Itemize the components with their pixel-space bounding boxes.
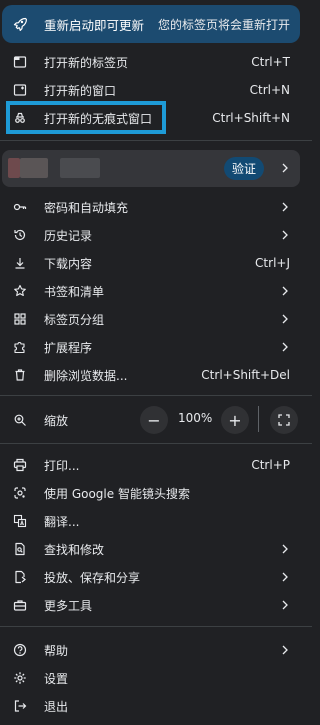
chrome-main-menu: 重新启动即可更新 您的标签页将会重新打开 打开新的标签页 Ctrl+T 打开新的… — [0, 0, 312, 725]
clear-browsing-data-shortcut: Ctrl+Shift+Del — [201, 368, 290, 382]
bookmarks-lists-label: 书签和清单 — [44, 284, 105, 299]
settings-label: 设置 — [44, 671, 69, 686]
chevron-right-icon — [280, 600, 290, 610]
downloads-item[interactable]: 下载内容 Ctrl+J — [0, 249, 312, 277]
help-label: 帮助 — [44, 643, 69, 658]
toolbox-icon — [12, 597, 28, 613]
history-item[interactable]: 历史记录 — [0, 221, 312, 249]
relaunch-label: 重新启动即可更新 — [44, 17, 145, 33]
new-window-shortcut: Ctrl+N — [249, 83, 290, 97]
exit-icon — [12, 698, 28, 714]
history-label: 历史记录 — [44, 228, 93, 243]
update-banner[interactable]: 重新启动即可更新 您的标签页将会重新打开 — [2, 5, 300, 43]
zoom-in-button[interactable]: + — [221, 406, 249, 434]
divider — [258, 406, 259, 432]
google-lens-label: 使用 Google 智能镜头搜索 — [44, 486, 190, 501]
print-label: 打印... — [44, 458, 80, 473]
more-tools-label: 更多工具 — [44, 598, 93, 613]
chevron-right-icon — [280, 163, 290, 173]
profile-name-redacted — [20, 158, 48, 178]
extensions-label: 扩展程序 — [44, 340, 93, 355]
divider — [0, 626, 312, 627]
divider — [0, 395, 312, 396]
downloads-label: 下载内容 — [44, 256, 93, 271]
star-icon — [12, 283, 28, 299]
zoom-value: 100% — [178, 411, 213, 425]
printer-icon — [12, 457, 28, 473]
chevron-right-icon — [280, 572, 290, 582]
incognito-highlight-box — [6, 101, 166, 134]
chevron-right-icon — [280, 230, 290, 240]
cast-save-share-label: 投放、保存和分享 — [44, 570, 141, 585]
find-icon — [12, 541, 28, 557]
clear-browsing-data-item[interactable]: 删除浏览数据... Ctrl+Shift+Del — [0, 361, 312, 389]
new-incognito-window-shortcut: Ctrl+Shift+N — [212, 111, 290, 125]
divider — [0, 140, 312, 141]
share-file-icon — [12, 569, 28, 585]
translate-item[interactable]: 翻译... — [0, 507, 312, 535]
download-icon — [12, 255, 28, 271]
new-tab-icon — [12, 54, 28, 70]
print-shortcut: Ctrl+P — [251, 458, 290, 472]
new-window-label: 打开新的窗口 — [44, 83, 117, 98]
translate-label: 翻译... — [44, 514, 80, 529]
new-tab-label: 打开新的标签页 — [44, 55, 129, 70]
key-icon — [12, 199, 28, 215]
chevron-right-icon — [280, 342, 290, 352]
puzzle-icon — [12, 339, 28, 355]
avatar — [8, 158, 20, 178]
tab-groups-label: 标签页分组 — [44, 312, 105, 327]
new-window-item[interactable]: 打开新的窗口 Ctrl+N — [0, 76, 312, 104]
chevron-right-icon — [280, 314, 290, 324]
trash-icon — [12, 367, 28, 383]
profile-name-redacted — [60, 158, 100, 178]
reopen-tabs-text: 您的标签页将会重新打开 — [157, 17, 290, 32]
exit-label: 退出 — [44, 699, 69, 714]
passwords-autofill-label: 密码和自动填充 — [44, 200, 129, 215]
lens-icon — [12, 485, 28, 501]
google-lens-item[interactable]: 使用 Google 智能镜头搜索 — [0, 479, 312, 507]
tab-groups-item[interactable]: 标签页分组 — [0, 305, 312, 333]
extensions-item[interactable]: 扩展程序 — [0, 333, 312, 361]
cast-save-share-item[interactable]: 投放、保存和分享 — [0, 563, 312, 591]
print-item[interactable]: 打印... Ctrl+P — [0, 451, 312, 479]
zoom-label: 缩放 — [44, 413, 69, 428]
divider — [0, 443, 312, 444]
downloads-shortcut: Ctrl+J — [255, 256, 290, 270]
fullscreen-button[interactable] — [270, 406, 298, 434]
verify-button[interactable]: 验证 — [224, 157, 264, 180]
find-edit-item[interactable]: 查找和修改 — [0, 535, 312, 563]
translate-icon — [12, 513, 28, 529]
exit-item[interactable]: 退出 — [0, 692, 312, 720]
fullscreen-icon — [277, 413, 291, 427]
chevron-right-icon — [280, 544, 290, 554]
chevron-right-icon — [280, 645, 290, 655]
more-tools-item[interactable]: 更多工具 — [0, 591, 312, 619]
help-icon — [12, 642, 28, 658]
tab-groups-icon — [12, 311, 28, 327]
zoom-icon — [12, 412, 28, 428]
find-edit-label: 查找和修改 — [44, 542, 105, 557]
new-tab-shortcut: Ctrl+T — [251, 55, 290, 69]
rocket-icon — [12, 16, 28, 32]
chevron-right-icon — [280, 202, 290, 212]
new-window-icon — [12, 82, 28, 98]
help-item[interactable]: 帮助 — [0, 636, 312, 664]
new-tab-item[interactable]: 打开新的标签页 Ctrl+T — [0, 48, 312, 76]
gear-icon — [12, 670, 28, 686]
settings-item[interactable]: 设置 — [0, 664, 312, 692]
bookmarks-lists-item[interactable]: 书签和清单 — [0, 277, 312, 305]
profile-row[interactable]: 验证 — [2, 150, 300, 187]
chevron-right-icon — [280, 286, 290, 296]
zoom-out-button[interactable]: − — [140, 406, 168, 434]
passwords-autofill-item[interactable]: 密码和自动填充 — [0, 193, 312, 221]
clear-browsing-data-label: 删除浏览数据... — [44, 368, 128, 383]
history-icon — [12, 227, 28, 243]
